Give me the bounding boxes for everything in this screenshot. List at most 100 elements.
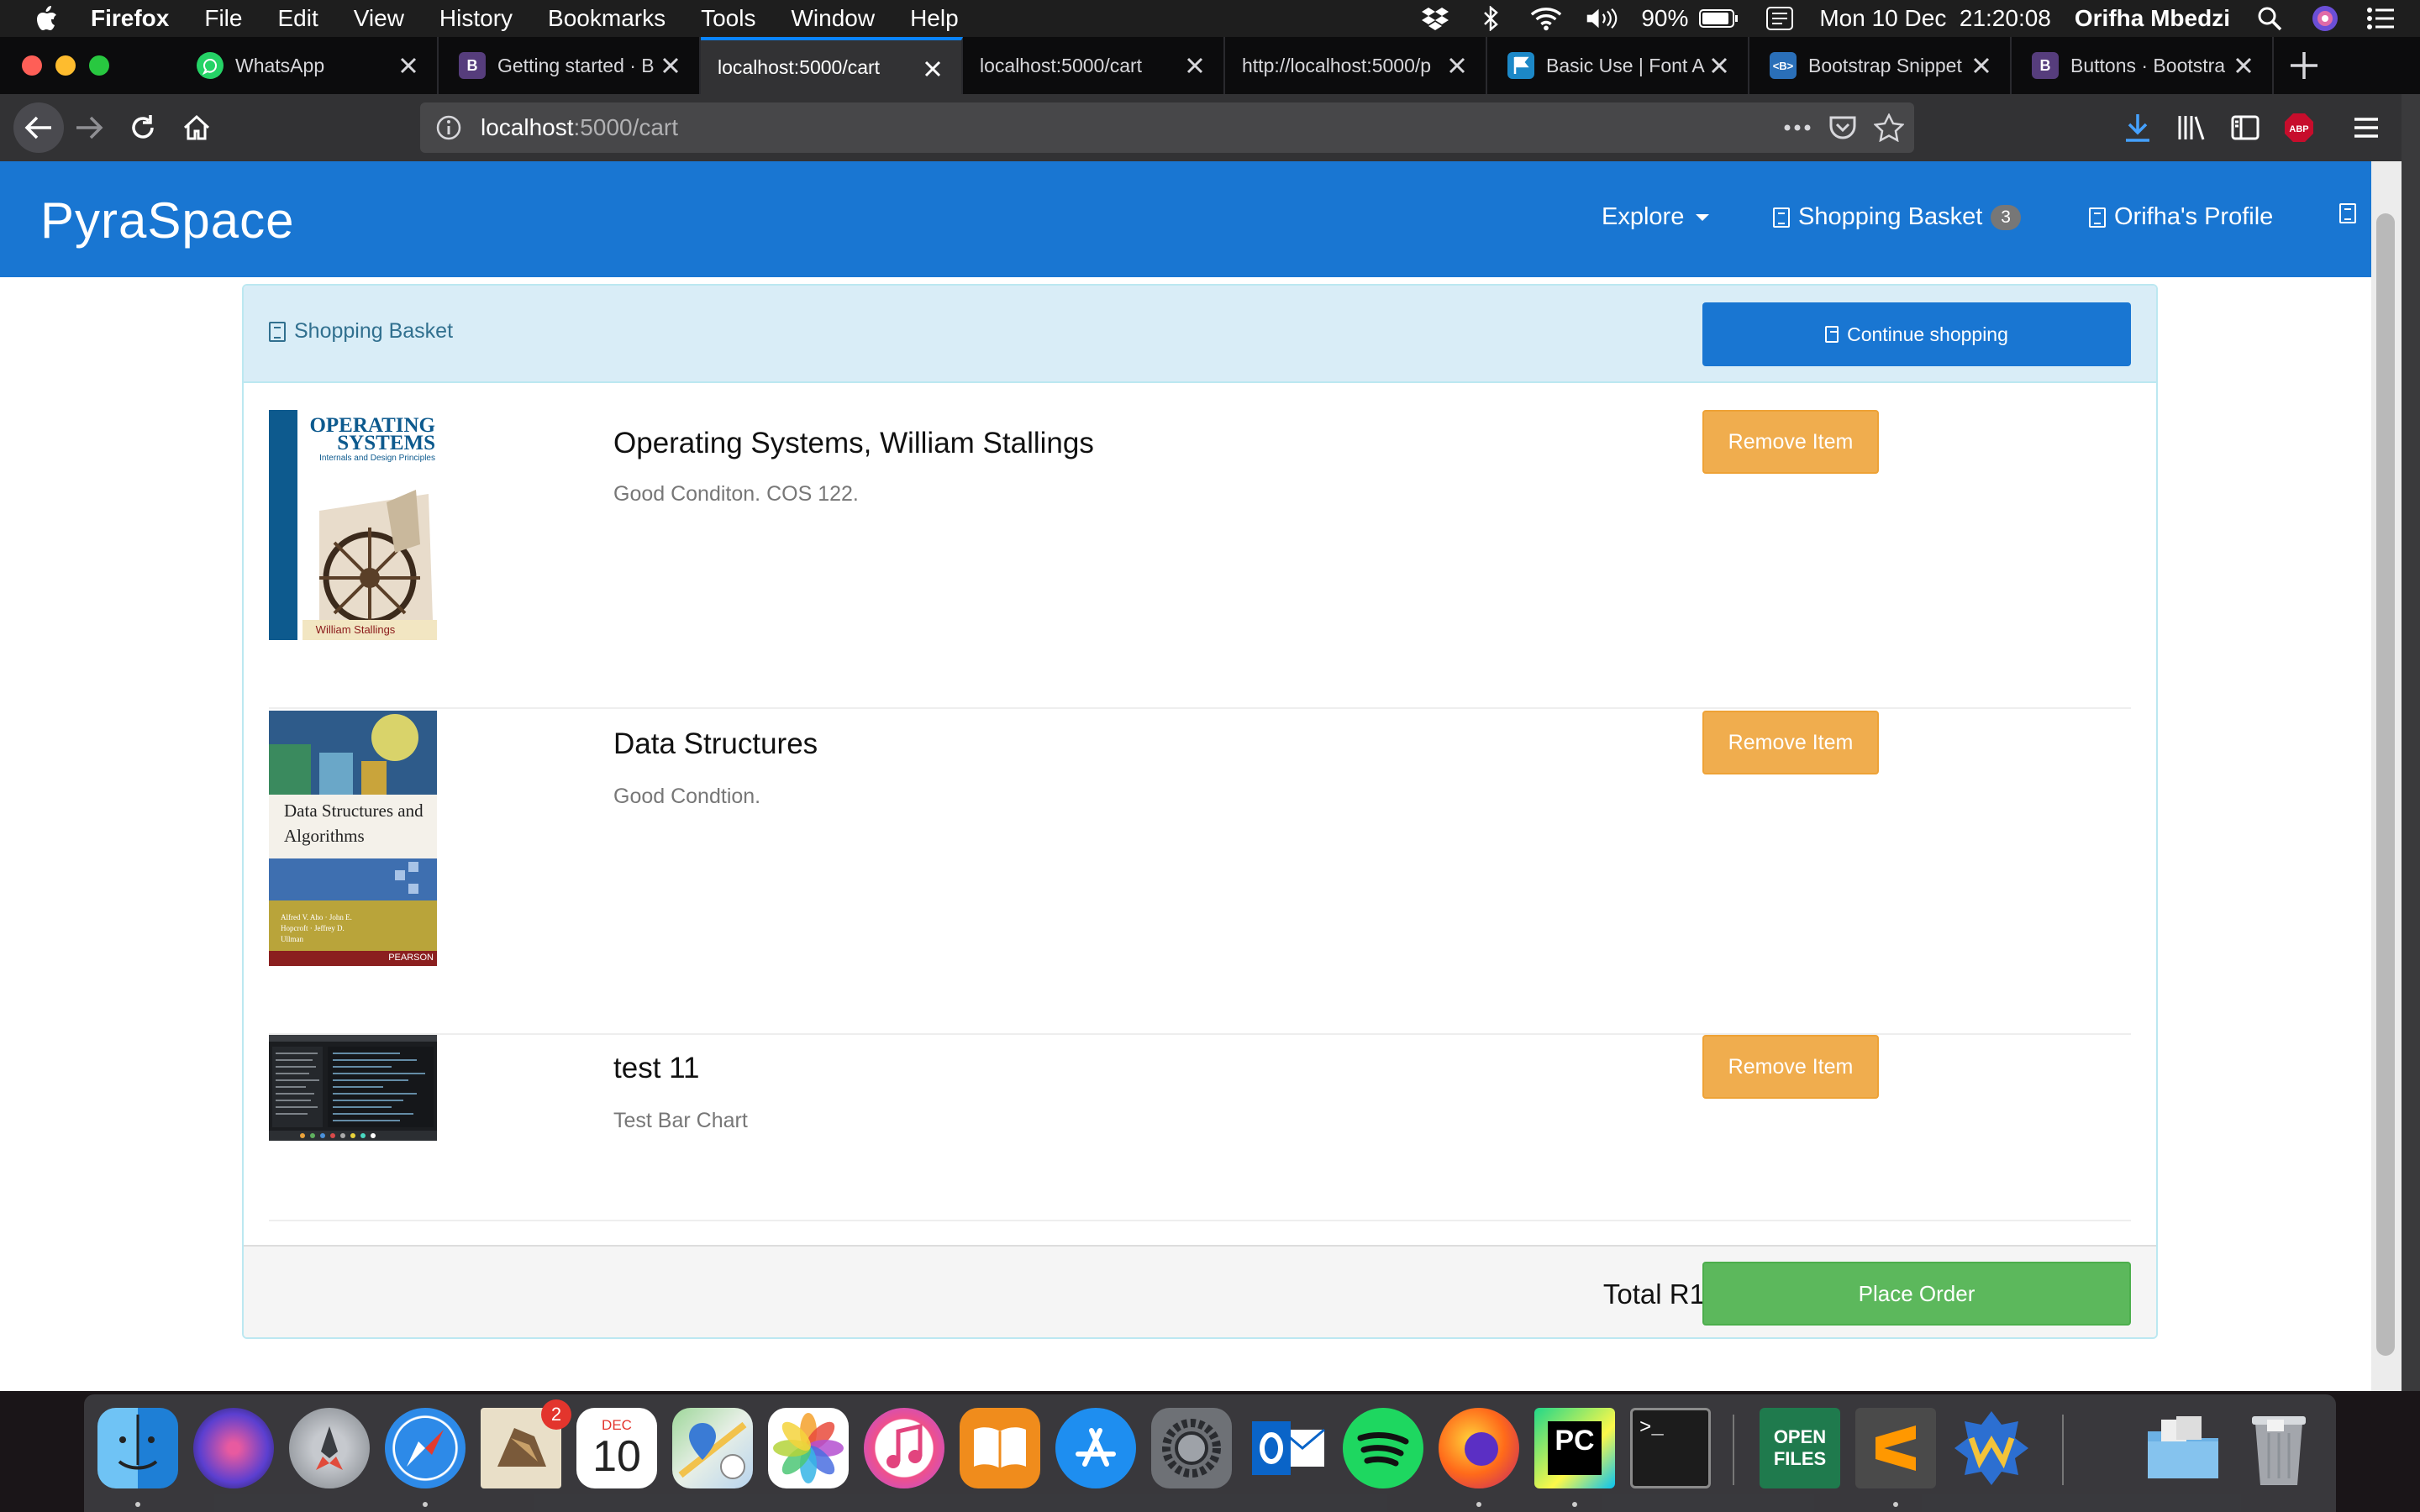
close-tab-icon[interactable] bbox=[659, 54, 682, 77]
sidebar-toggle-icon[interactable] bbox=[2225, 108, 2265, 148]
calendar-icon[interactable]: DEC 10 bbox=[576, 1408, 657, 1488]
nav-profile[interactable]: Orifha's Profile bbox=[2089, 203, 2273, 231]
window-minimize-button[interactable] bbox=[55, 55, 76, 76]
wifi-icon[interactable] bbox=[1530, 3, 1562, 34]
system-preferences-icon[interactable] bbox=[1151, 1408, 1232, 1488]
menu-tools[interactable]: Tools bbox=[701, 5, 755, 32]
cart-item: OPERATING SYSTEMS Internals and Design P… bbox=[269, 410, 2131, 709]
tab-localhost-cart-active[interactable]: localhost:5000/cart bbox=[701, 37, 963, 94]
itunes-icon[interactable] bbox=[864, 1408, 944, 1488]
open-files-icon[interactable]: OPEN FILES bbox=[1760, 1408, 1840, 1488]
close-tab-icon[interactable] bbox=[2232, 54, 2255, 77]
remove-item-button[interactable]: Remove Item bbox=[1702, 410, 1879, 474]
menu-edit[interactable]: Edit bbox=[277, 5, 318, 32]
tab-localhost-cart[interactable]: localhost:5000/cart bbox=[963, 37, 1225, 94]
sublime-text-icon[interactable] bbox=[1855, 1408, 1936, 1488]
bluetooth-icon[interactable] bbox=[1475, 3, 1507, 34]
tab-bootstrap-buttons[interactable]: B Buttons · Bootstra bbox=[2012, 37, 2274, 94]
remove-item-button[interactable]: Remove Item bbox=[1702, 1035, 1879, 1099]
calendar-month: DEC bbox=[602, 1417, 632, 1433]
tab-bootstrap-snippet[interactable]: <B> Bootstrap Snippet bbox=[1749, 37, 2012, 94]
page-scrollbar[interactable] bbox=[2371, 161, 2402, 1391]
siri-icon[interactable] bbox=[2309, 3, 2341, 34]
close-tab-icon[interactable] bbox=[1183, 54, 1207, 77]
menu-help[interactable]: Help bbox=[910, 5, 959, 32]
close-tab-icon[interactable] bbox=[397, 54, 420, 77]
reload-button[interactable] bbox=[123, 108, 163, 148]
book-cover-operating-systems[interactable]: OPERATING SYSTEMS Internals and Design P… bbox=[269, 410, 437, 640]
close-tab-icon[interactable] bbox=[1970, 54, 1993, 77]
terminal-icon[interactable]: >_ bbox=[1630, 1408, 1711, 1488]
app-store-icon[interactable] bbox=[1055, 1408, 1136, 1488]
volume-icon[interactable] bbox=[1586, 3, 1618, 34]
remove-item-button[interactable]: Remove Item bbox=[1702, 711, 1879, 774]
menu-history[interactable]: History bbox=[439, 5, 513, 32]
bookmark-star-icon[interactable] bbox=[1874, 113, 1904, 142]
menu-window[interactable]: Window bbox=[791, 5, 875, 32]
url-bar[interactable]: localhost:5000/cart bbox=[420, 102, 1914, 153]
spotlight-search-icon[interactable] bbox=[2254, 3, 2286, 34]
firefox-icon[interactable] bbox=[1439, 1408, 1519, 1488]
close-tab-icon[interactable] bbox=[921, 57, 944, 81]
item-name[interactable]: Operating Systems, William Stallings bbox=[613, 427, 1094, 460]
keyboard-input-icon[interactable] bbox=[1764, 3, 1796, 34]
book-cover-data-structures[interactable]: Data Structures and Algorithms Alfred V.… bbox=[269, 711, 437, 966]
nav-shopping-basket[interactable]: Shopping Basket 3 bbox=[1773, 203, 2021, 231]
menu-bookmarks[interactable]: Bookmarks bbox=[548, 5, 666, 32]
nav-explore-dropdown[interactable]: Explore bbox=[1602, 203, 1710, 231]
outlook-icon[interactable] bbox=[1247, 1408, 1328, 1488]
launchpad-icon[interactable] bbox=[289, 1408, 370, 1488]
menubar-clock[interactable]: Mon 10 Dec 21:20:08 bbox=[1819, 5, 2051, 32]
documents-folder-icon[interactable] bbox=[2143, 1408, 2223, 1488]
battery-icon[interactable] bbox=[1698, 3, 1740, 34]
page-actions-menu-icon[interactable] bbox=[1783, 123, 1812, 132]
flag-icon bbox=[1507, 52, 1534, 79]
place-order-button[interactable]: Place Order bbox=[1702, 1262, 2131, 1326]
tab-getting-started[interactable]: B Getting started · B bbox=[439, 37, 701, 94]
hamburger-menu-icon[interactable] bbox=[2346, 108, 2386, 148]
nav-basket-label: Shopping Basket bbox=[1798, 203, 1983, 230]
nav-extra-link[interactable] bbox=[2339, 203, 2365, 223]
spotify-icon[interactable] bbox=[1343, 1408, 1423, 1488]
scrollbar-thumb[interactable] bbox=[2376, 213, 2395, 1356]
window-close-button[interactable] bbox=[22, 55, 42, 76]
photos-icon[interactable] bbox=[768, 1408, 849, 1488]
trash-icon[interactable] bbox=[2238, 1408, 2319, 1488]
pycharm-icon[interactable]: PC bbox=[1534, 1408, 1615, 1488]
ibooks-icon[interactable] bbox=[960, 1408, 1040, 1488]
back-button[interactable] bbox=[13, 102, 64, 153]
maps-icon[interactable] bbox=[672, 1408, 753, 1488]
tab-whatsapp[interactable]: WhatsApp bbox=[176, 37, 439, 94]
window-zoom-button[interactable] bbox=[89, 55, 109, 76]
library-icon[interactable] bbox=[2171, 108, 2212, 148]
pocket-icon[interactable] bbox=[1828, 114, 1857, 141]
item-thumbnail-screenshot[interactable] bbox=[269, 1035, 437, 1141]
menubar-user[interactable]: Orifha Mbedzi bbox=[2075, 5, 2230, 32]
bootstrap-snippet-icon: <B> bbox=[1770, 52, 1797, 79]
siri-dock-icon[interactable] bbox=[193, 1408, 274, 1488]
menu-app-name[interactable]: Firefox bbox=[91, 5, 169, 32]
basket-glyph-icon bbox=[1773, 207, 1790, 228]
item-name[interactable]: test 11 bbox=[613, 1052, 699, 1085]
home-button[interactable] bbox=[176, 108, 217, 148]
tab-localhost-product[interactable]: http://localhost:5000/p bbox=[1225, 37, 1487, 94]
adblock-plus-icon[interactable]: ABP bbox=[2279, 108, 2319, 148]
site-info-icon[interactable] bbox=[435, 114, 462, 141]
finder-icon[interactable] bbox=[97, 1408, 178, 1488]
site-brand[interactable]: PyraSpace bbox=[40, 192, 295, 249]
close-tab-icon[interactable] bbox=[1707, 54, 1731, 77]
forward-button[interactable] bbox=[69, 108, 109, 148]
close-tab-icon[interactable] bbox=[1445, 54, 1469, 77]
apple-menu-icon[interactable] bbox=[30, 0, 64, 37]
wunderbucket-icon[interactable] bbox=[1951, 1408, 2032, 1488]
continue-shopping-button[interactable]: Continue shopping bbox=[1702, 302, 2131, 366]
item-name[interactable]: Data Structures bbox=[613, 727, 818, 761]
downloads-icon[interactable] bbox=[2118, 108, 2158, 148]
menu-file[interactable]: File bbox=[204, 5, 242, 32]
new-tab-plus-icon[interactable] bbox=[2287, 49, 2321, 82]
notification-center-icon[interactable] bbox=[2365, 3, 2396, 34]
tab-font-awesome[interactable]: Basic Use | Font A bbox=[1487, 37, 1749, 94]
menu-view[interactable]: View bbox=[354, 5, 404, 32]
safari-icon[interactable] bbox=[385, 1408, 466, 1488]
dropbox-icon[interactable] bbox=[1419, 3, 1451, 34]
